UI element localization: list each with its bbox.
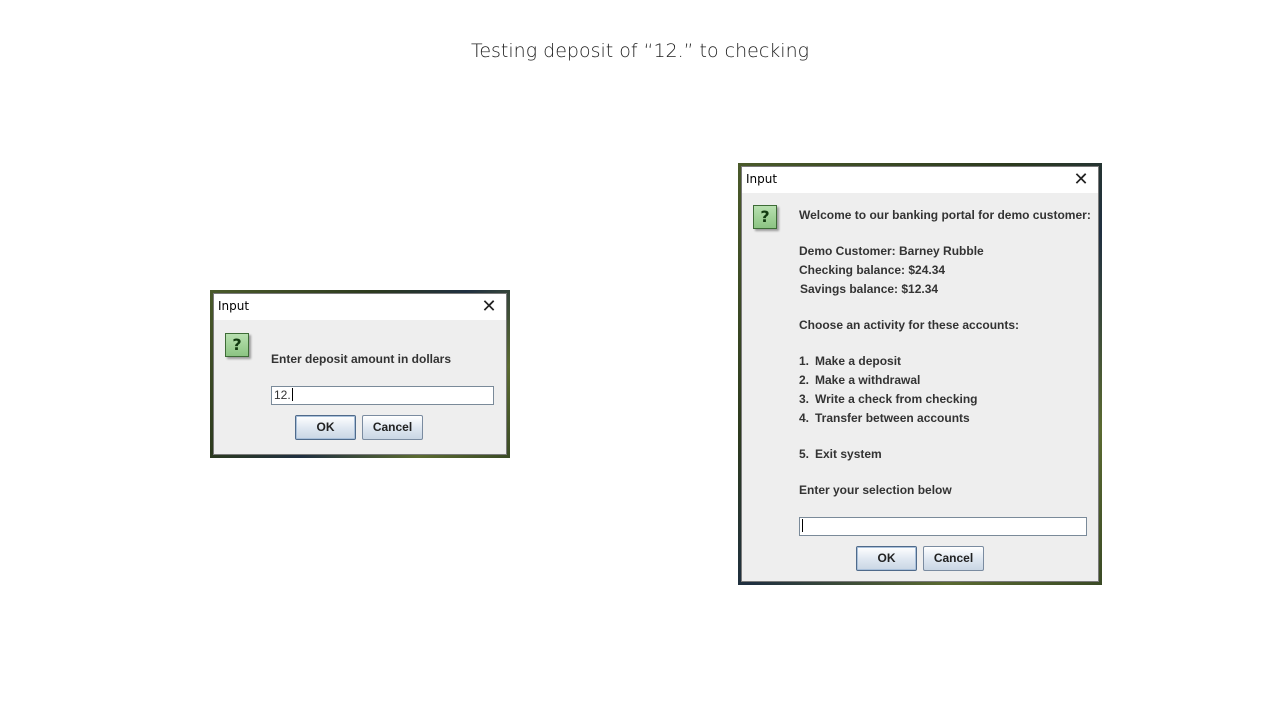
deposit-amount-input[interactable]: 12. — [271, 386, 494, 405]
selection-input[interactable] — [799, 517, 1087, 536]
slide-title: Testing deposit of “12.” to checking — [470, 40, 810, 62]
close-icon[interactable]: ✕ — [478, 296, 500, 318]
cancel-button[interactable]: Cancel — [362, 415, 423, 440]
menu-dialog-frame: Input ✕ ? Welcome to our banking portal … — [738, 163, 1102, 585]
deposit-dialog-frame: Input ✕ ? Enter deposit amount in dollar… — [210, 290, 510, 458]
menu-option-write-check: 3. Write a check from checking — [799, 392, 978, 406]
question-icon: ? — [753, 205, 777, 229]
deposit-dialog-title: Input — [218, 299, 250, 313]
text-caret — [802, 519, 803, 532]
menu-option-number: 3. — [799, 392, 810, 406]
deposit-dialog-titlebar: Input ✕ — [214, 294, 506, 320]
menu-option-label: Write a check from checking — [815, 392, 978, 406]
selection-prompt: Enter your selection below — [799, 483, 952, 497]
menu-option-label: Exit system — [815, 447, 882, 461]
customer-name: Demo Customer: Barney Rubble — [799, 244, 984, 258]
menu-option-label: Make a deposit — [815, 354, 902, 368]
cancel-button[interactable]: Cancel — [923, 546, 984, 571]
welcome-message: Welcome to our banking portal for demo c… — [799, 208, 1091, 222]
deposit-dialog: Input ✕ ? Enter deposit amount in dollar… — [213, 293, 507, 455]
deposit-amount-value: 12. — [274, 388, 291, 402]
menu-dialog: Input ✕ ? Welcome to our banking portal … — [741, 166, 1099, 582]
text-caret — [291, 388, 293, 401]
menu-option-number: 2. — [799, 373, 810, 387]
menu-option-label: Transfer between accounts — [815, 411, 970, 425]
menu-option-label: Make a withdrawal — [815, 373, 921, 387]
menu-option-number: 1. — [799, 354, 810, 368]
menu-dialog-titlebar: Input ✕ — [742, 167, 1098, 193]
menu-option-transfer: 4. Transfer between accounts — [799, 411, 970, 425]
menu-option-deposit: 1. Make a deposit — [799, 354, 901, 368]
ok-button[interactable]: OK — [856, 546, 917, 571]
menu-dialog-title: Input — [746, 172, 778, 186]
ok-button[interactable]: OK — [295, 415, 356, 440]
savings-balance: Savings balance: $12.34 — [800, 282, 939, 296]
menu-option-number: 5. — [799, 447, 810, 461]
question-icon: ? — [225, 333, 249, 357]
menu-option-exit: 5. Exit system — [799, 447, 882, 461]
checking-balance: Checking balance: $24.34 — [799, 263, 946, 277]
menu-option-withdrawal: 2. Make a withdrawal — [799, 373, 920, 387]
deposit-prompt: Enter deposit amount in dollars — [271, 352, 452, 366]
choose-activity-prompt: Choose an activity for these accounts: — [799, 318, 1020, 332]
menu-option-number: 4. — [799, 411, 810, 425]
close-icon[interactable]: ✕ — [1070, 169, 1092, 191]
